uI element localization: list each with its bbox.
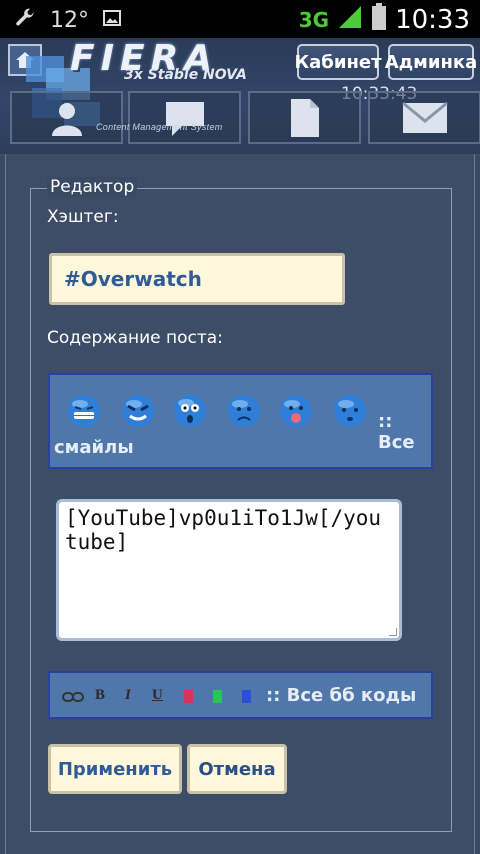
status-bar: 12° 3G 10:33: [0, 0, 480, 38]
document-icon: [290, 98, 319, 137]
all-smileys-link-cont[interactable]: смайлы: [54, 437, 134, 458]
signal-icon: [337, 4, 363, 35]
admin-button[interactable]: Админка: [385, 44, 477, 80]
underline-button[interactable]: U: [152, 687, 163, 704]
post-content-textarea[interactable]: [YouTube]vp0u1iTo1Jw[/youtube]: [56, 499, 402, 641]
wrench-icon: [14, 7, 36, 34]
green-color-button[interactable]: [213, 690, 222, 703]
site-header: FIERA 3x Stable NOVA Кабинет Админка 10:…: [0, 38, 480, 154]
logo-subtitle: 3x Stable NOVA: [124, 67, 247, 83]
mail-icon: [401, 101, 448, 133]
italic-button[interactable]: I: [125, 687, 131, 704]
smileys-panel: :: Все смайлы: [48, 373, 433, 469]
hashtag-input[interactable]: #Overwatch: [49, 253, 345, 305]
red-color-button[interactable]: [184, 690, 193, 703]
all-smileys-link[interactable]: :: Все: [378, 411, 431, 453]
logo-tagline: Content Management System: [96, 122, 223, 132]
shocked-smiley-icon[interactable]: [172, 393, 208, 429]
resize-handle[interactable]: [389, 628, 397, 636]
blue-color-button[interactable]: [242, 690, 251, 703]
temperature: 12°: [50, 8, 89, 33]
hashtag-label: Хэштег:: [47, 207, 119, 227]
link-icon[interactable]: [62, 691, 84, 703]
user-icon: [51, 102, 82, 136]
post-text: [YouTube]vp0u1iTo1Jw[/youtube]: [65, 506, 382, 554]
bbcode-panel: B I U :: Все бб коды: [48, 671, 433, 719]
grin-smiley-icon[interactable]: [66, 393, 102, 429]
sad-smiley-icon[interactable]: [226, 393, 262, 429]
chat-tile[interactable]: [128, 91, 241, 144]
document-tile[interactable]: [248, 91, 361, 144]
all-bbcodes-link[interactable]: :: Все бб коды: [266, 685, 416, 706]
battery-icon: [371, 3, 387, 36]
mail-tile[interactable]: [368, 91, 480, 144]
cancel-button[interactable]: Отмена: [187, 744, 287, 794]
content-label: Содержание поста:: [47, 328, 223, 348]
worried-smiley-icon[interactable]: [332, 393, 368, 429]
profile-tile[interactable]: [10, 91, 123, 144]
image-icon: [103, 9, 121, 32]
status-time: 10:33: [395, 4, 470, 35]
apply-button[interactable]: Применить: [48, 744, 182, 794]
cabinet-button[interactable]: Кабинет: [294, 44, 382, 80]
bold-button[interactable]: B: [95, 687, 105, 704]
tongue-smiley-icon[interactable]: [278, 393, 314, 429]
editor-legend: Редактор: [47, 177, 138, 197]
network-type: 3G: [298, 7, 330, 32]
evil-smiley-icon[interactable]: [120, 393, 156, 429]
